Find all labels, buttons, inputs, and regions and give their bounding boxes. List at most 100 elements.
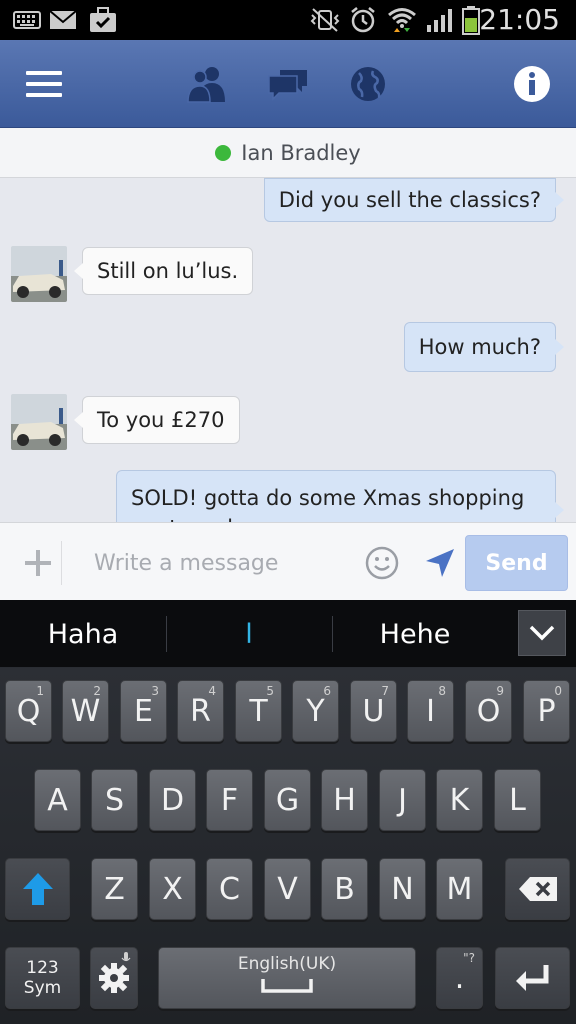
- microphone-icon: [121, 952, 131, 962]
- smiley-icon: [365, 546, 399, 580]
- enter-key[interactable]: [495, 947, 570, 1009]
- key-i[interactable]: 8I: [407, 680, 454, 742]
- key-hint: 8: [438, 684, 446, 698]
- menu-button[interactable]: [14, 54, 74, 114]
- key-label: Y: [306, 693, 325, 729]
- contact-name: Ian Bradley: [241, 140, 361, 165]
- key-f[interactable]: F: [206, 769, 253, 831]
- wifi-icon: [386, 6, 418, 34]
- message-text: To you £270: [97, 408, 225, 432]
- key-label: T: [249, 693, 268, 729]
- key-o[interactable]: 9O: [465, 680, 512, 742]
- globe-button[interactable]: [338, 54, 398, 114]
- backspace-key[interactable]: [505, 858, 570, 920]
- suggestion-item[interactable]: Haha: [0, 600, 166, 668]
- menu-icon: [26, 71, 62, 97]
- key-s[interactable]: S: [91, 769, 138, 831]
- key-label: Q: [16, 693, 41, 729]
- key-label: English(UK): [237, 954, 337, 974]
- attach-button[interactable]: [14, 541, 62, 585]
- key-j[interactable]: J: [379, 769, 426, 831]
- key-hint: 2: [93, 684, 101, 698]
- message-bubble-incoming: To you £270: [74, 396, 240, 444]
- message-bubble-outgoing: SOLD! gotta do some Xmas shopping next w…: [116, 470, 564, 522]
- suggestion-item[interactable]: Hehe: [332, 600, 498, 668]
- key-hint: 3: [151, 684, 159, 698]
- key-t[interactable]: 5T: [235, 680, 282, 742]
- key-l[interactable]: L: [494, 769, 541, 831]
- gear-icon: [99, 963, 129, 993]
- key-y[interactable]: 6Y: [292, 680, 339, 742]
- shift-key[interactable]: [5, 858, 70, 920]
- online-status-dot: [215, 144, 232, 161]
- key-c[interactable]: C: [206, 858, 253, 920]
- send-button[interactable]: Send: [465, 535, 568, 591]
- key-label: 123: [26, 958, 59, 978]
- key-hint: 0: [554, 684, 562, 698]
- key-k[interactable]: K: [436, 769, 483, 831]
- key-n[interactable]: N: [379, 858, 426, 920]
- backspace-icon: [518, 877, 557, 901]
- punctuation-key[interactable]: "? .: [436, 947, 483, 1009]
- globe-icon: [351, 67, 385, 101]
- key-label: I: [426, 693, 435, 729]
- friends-button[interactable]: [177, 54, 237, 114]
- key-hint: 1: [36, 684, 44, 698]
- key-label: U: [362, 693, 385, 729]
- chevron-down-icon: [529, 625, 555, 641]
- signal-icon: [424, 6, 456, 34]
- key-p[interactable]: 0P: [523, 680, 570, 742]
- key-w[interactable]: 2W: [62, 680, 109, 742]
- key-hint: 5: [266, 684, 274, 698]
- space-key[interactable]: English(UK): [158, 947, 416, 1009]
- key-z[interactable]: Z: [91, 858, 138, 920]
- key-hint: "?: [463, 951, 475, 965]
- messages-button[interactable]: [258, 54, 318, 114]
- key-e[interactable]: 3E: [120, 680, 167, 742]
- enter-icon: [515, 965, 548, 991]
- symbols-key[interactable]: 123 Sym: [5, 947, 80, 1009]
- contact-avatar[interactable]: [11, 394, 67, 450]
- key-label: R: [190, 693, 211, 729]
- message-input[interactable]: [80, 541, 350, 585]
- messages-icon: [268, 70, 307, 101]
- message-text: SOLD! gotta do some Xmas shopping next w…: [131, 486, 525, 522]
- key-u[interactable]: 7U: [350, 680, 397, 742]
- suggestion-item[interactable]: l: [166, 600, 332, 668]
- key-label: Sym: [23, 978, 62, 998]
- location-button[interactable]: [420, 543, 460, 583]
- keyboard-icon: [12, 6, 42, 34]
- alarm-icon: [348, 6, 378, 34]
- key-label: E: [134, 693, 153, 729]
- key-b[interactable]: B: [321, 858, 368, 920]
- key-hint: 7: [381, 684, 389, 698]
- conversation-thread[interactable]: Did you sell the classics? Still on lu’l…: [0, 178, 576, 522]
- key-v[interactable]: V: [264, 858, 311, 920]
- info-icon: [514, 66, 550, 102]
- key-q[interactable]: 1Q: [5, 680, 52, 742]
- key-hint: 4: [208, 684, 216, 698]
- key-g[interactable]: G: [264, 769, 311, 831]
- shift-arrow-icon: [22, 873, 53, 905]
- space-bar-icon: [261, 979, 313, 993]
- key-label: P: [537, 693, 556, 729]
- settings-key[interactable]: [90, 947, 138, 1009]
- key-a[interactable]: A: [34, 769, 81, 831]
- suggestion-bar: Haha l Hehe: [0, 600, 576, 668]
- key-m[interactable]: M: [436, 858, 483, 920]
- info-button[interactable]: [502, 54, 562, 114]
- key-x[interactable]: X: [149, 858, 196, 920]
- emoji-button[interactable]: [362, 543, 402, 583]
- key-r[interactable]: 4R: [177, 680, 224, 742]
- key-label: O: [476, 693, 501, 729]
- key-h[interactable]: H: [321, 769, 368, 831]
- collapse-suggestions-button[interactable]: [518, 610, 566, 656]
- key-label: W: [70, 693, 101, 729]
- app-header: [0, 40, 576, 128]
- key-d[interactable]: D: [149, 769, 196, 831]
- message-text: How much?: [418, 335, 541, 359]
- key-hint: 9: [496, 684, 504, 698]
- message-text: Still on lu’lus.: [97, 259, 239, 283]
- message-text: Did you sell the classics?: [278, 188, 541, 212]
- contact-avatar[interactable]: [11, 246, 67, 302]
